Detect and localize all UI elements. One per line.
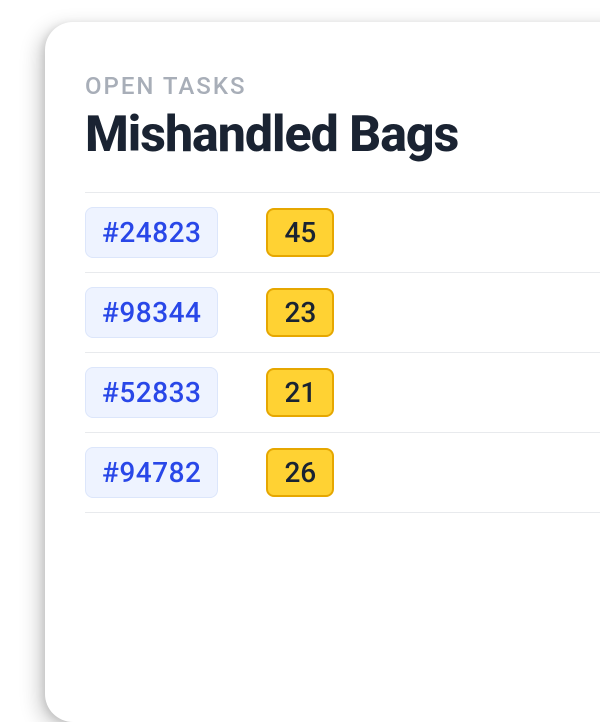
table-row: #24823 45 Open <box>85 192 600 272</box>
table-row: #94782 26 Open <box>85 432 600 513</box>
task-id-pill[interactable]: #24823 <box>85 207 218 258</box>
task-id-pill[interactable]: #94782 <box>85 447 218 498</box>
task-id-pill[interactable]: #98344 <box>85 287 218 338</box>
task-card: OPEN TASKS Mishandled Bags #24823 45 Ope… <box>45 22 600 722</box>
section-label: OPEN TASKS <box>85 72 600 100</box>
task-count-badge: 23 <box>266 288 334 337</box>
table-row: #52833 21 Open <box>85 352 600 432</box>
task-count-badge: 21 <box>266 368 334 417</box>
table-row: #98344 23 Open <box>85 272 600 352</box>
task-count-badge: 26 <box>266 448 334 497</box>
page-title: Mishandled Bags <box>85 106 600 164</box>
task-count-badge: 45 <box>266 208 334 257</box>
task-id-pill[interactable]: #52833 <box>85 367 218 418</box>
